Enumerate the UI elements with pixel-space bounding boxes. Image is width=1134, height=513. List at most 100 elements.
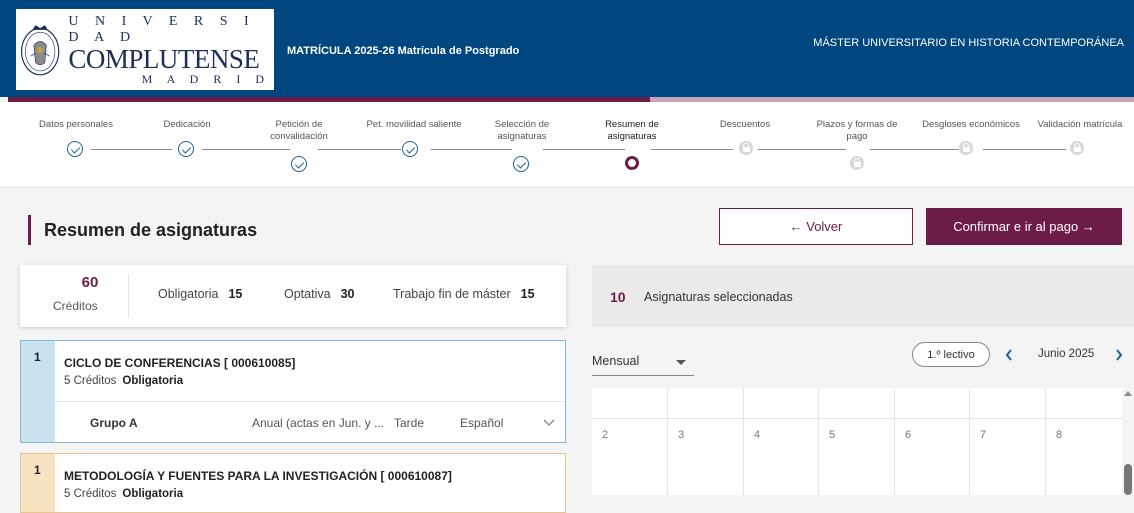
step-connector xyxy=(431,149,512,150)
step-label-plazos: Plazos y formas de pago xyxy=(816,119,898,142)
step-connector xyxy=(318,149,401,150)
course-card[interactable]: 1 CICLO DE CONFERENCIAS [ 000610085] 5 C… xyxy=(20,340,566,443)
calendar-day[interactable]: 8 xyxy=(1056,429,1062,441)
course-card[interactable]: 1 METODOLOGÍA Y FUENTES PARA LA INVESTIG… xyxy=(20,453,566,513)
optativa-summary: Optativa 30 xyxy=(284,287,354,301)
optativa-label: Optativa xyxy=(284,287,331,301)
course-credits-line: 5 Créditos Obligatoria xyxy=(64,488,183,500)
calendar-col-divider xyxy=(667,388,668,495)
month-label: Junio 2025 xyxy=(1038,348,1095,360)
calendar-col-divider xyxy=(818,388,819,495)
course-title: CICLO DE CONFERENCIAS [ 000610085] xyxy=(64,356,296,370)
university-seal-icon xyxy=(20,24,60,75)
optativa-value: 30 xyxy=(340,287,355,301)
lock-icon xyxy=(959,141,973,155)
course-title: METODOLOGÍA Y FUENTES PARA LA INVESTIGAC… xyxy=(64,469,452,483)
calendar-scrollbar[interactable] xyxy=(1122,388,1134,495)
calendar-day[interactable]: 7 xyxy=(980,429,986,441)
page-title: Resumen de asignaturas xyxy=(28,215,257,245)
chevron-left-icon[interactable] xyxy=(1005,349,1013,361)
step-connector xyxy=(651,149,733,150)
group-period: Anual (actas en Jun. y ... xyxy=(252,416,385,430)
step-label-validacion: Validación matrícula xyxy=(1037,119,1123,130)
chevron-down-icon[interactable] xyxy=(543,419,555,427)
obligatoria-value: 15 xyxy=(228,287,243,301)
calendar-grid: 2 3 4 5 6 7 8 xyxy=(592,388,1122,495)
check-circle-icon xyxy=(513,156,529,172)
step-label-dedicacion[interactable]: Dedicación xyxy=(137,119,237,131)
chevron-right-icon[interactable] xyxy=(1115,349,1123,361)
selected-label: Asignaturas seleccionadas xyxy=(644,290,793,304)
selected-count: 10 xyxy=(610,289,626,305)
calendar-day[interactable]: 3 xyxy=(678,429,684,441)
back-button[interactable]: ← Volver xyxy=(719,208,913,245)
caret-down-icon xyxy=(676,360,686,365)
course-credits: 5 Créditos xyxy=(64,488,117,500)
check-circle-icon xyxy=(291,156,307,172)
calendar-col-divider xyxy=(1045,388,1046,495)
logo-text-line1: U N I V E R S I D A D xyxy=(68,13,256,45)
tfm-value: 15 xyxy=(520,287,535,301)
current-step-icon xyxy=(625,156,639,170)
step-connector xyxy=(983,149,1066,150)
step-connector xyxy=(758,149,846,150)
header-title: MATRÍCULA 2025-26 Matrícula de Postgrado xyxy=(287,45,520,57)
calendar-day[interactable]: 4 xyxy=(754,429,760,441)
calendar-day[interactable]: 2 xyxy=(602,429,608,441)
step-label-resumen[interactable]: Resumen de asignaturas xyxy=(594,119,670,143)
course-credits-line: 5 Créditos Obligatoria xyxy=(64,375,183,387)
group-language: Español xyxy=(460,416,504,430)
lock-icon xyxy=(850,156,864,170)
tfm-label: Trabajo fin de máster xyxy=(393,287,511,301)
step-label-seleccion[interactable]: Selección de asignaturas xyxy=(484,119,560,143)
course-group-row[interactable]: Grupo A Anual (actas en Jun. y ... Tarde… xyxy=(55,401,565,443)
check-circle-icon xyxy=(402,141,418,157)
step-connector xyxy=(870,149,959,150)
logo-text-line3: M A D R I D xyxy=(141,71,270,86)
selected-subjects-box: 10 Asignaturas seleccionadas xyxy=(592,265,1134,327)
calendar-row-divider xyxy=(592,418,1122,419)
course-credits: 5 Créditos xyxy=(64,375,117,387)
course-type: Obligatoria xyxy=(122,375,184,387)
logo-text-line2: COMPLUTENSE xyxy=(68,43,260,74)
credits-total: 60 xyxy=(81,274,99,291)
scroll-up-icon[interactable] xyxy=(1124,391,1132,396)
step-label-datos-personales[interactable]: Datos personales xyxy=(26,119,126,131)
step-label-movilidad[interactable]: Pet. movilidad saliente xyxy=(354,119,474,131)
calendar-col-divider xyxy=(969,388,970,495)
credits-label: Créditos xyxy=(53,299,98,313)
check-circle-icon xyxy=(67,141,83,157)
calendar-view-value: Mensual xyxy=(592,354,640,368)
summary-divider xyxy=(128,274,129,318)
term-selector[interactable]: 1.º lectivo xyxy=(912,342,990,367)
step-label-convalidacion[interactable]: Petición de convalidación xyxy=(259,119,339,143)
obligatoria-summary: Obligatoria 15 xyxy=(158,287,242,301)
program-name: MÁSTER UNIVERSITARIO EN HISTORIA CONTEMP… xyxy=(813,37,1124,49)
group-name: Grupo A xyxy=(90,416,138,430)
group-shift: Tarde xyxy=(394,416,425,430)
course-type: Obligatoria xyxy=(122,488,184,500)
step-connector xyxy=(91,149,172,150)
enrollment-stepper: Datos personales Dedicación Petición de … xyxy=(0,102,1134,188)
step-connector xyxy=(202,149,290,150)
calendar-col-divider xyxy=(743,388,744,495)
obligatoria-label: Obligatoria xyxy=(158,287,219,301)
credits-summary-card: 60 Créditos Obligatoria 15 Optativa 30 Tra… xyxy=(20,265,566,327)
lock-icon xyxy=(1070,141,1084,155)
calendar-col-divider xyxy=(894,388,895,495)
step-label-desgloses: Desgloses económicos xyxy=(922,119,1020,130)
calendar-view-select[interactable]: Mensual xyxy=(592,350,694,376)
step-connector xyxy=(543,149,625,150)
confirm-payment-button[interactable]: Confirmar e ir al pago → xyxy=(926,208,1122,245)
check-circle-icon xyxy=(178,141,194,157)
course-number: 1 xyxy=(34,350,41,364)
app-header: U N I V E R S I D A D COMPLUTENSE M A D … xyxy=(0,0,1134,97)
tfm-summary: Trabajo fin de máster 15 xyxy=(393,287,535,301)
course-number: 1 xyxy=(34,463,41,477)
lock-icon xyxy=(739,141,753,155)
scrollbar-thumb[interactable] xyxy=(1124,464,1132,495)
step-label-descuentos: Descuentos xyxy=(719,119,771,130)
university-logo[interactable]: U N I V E R S I D A D COMPLUTENSE M A D … xyxy=(16,9,274,90)
calendar-day[interactable]: 6 xyxy=(905,429,911,441)
calendar-day[interactable]: 5 xyxy=(829,429,835,441)
